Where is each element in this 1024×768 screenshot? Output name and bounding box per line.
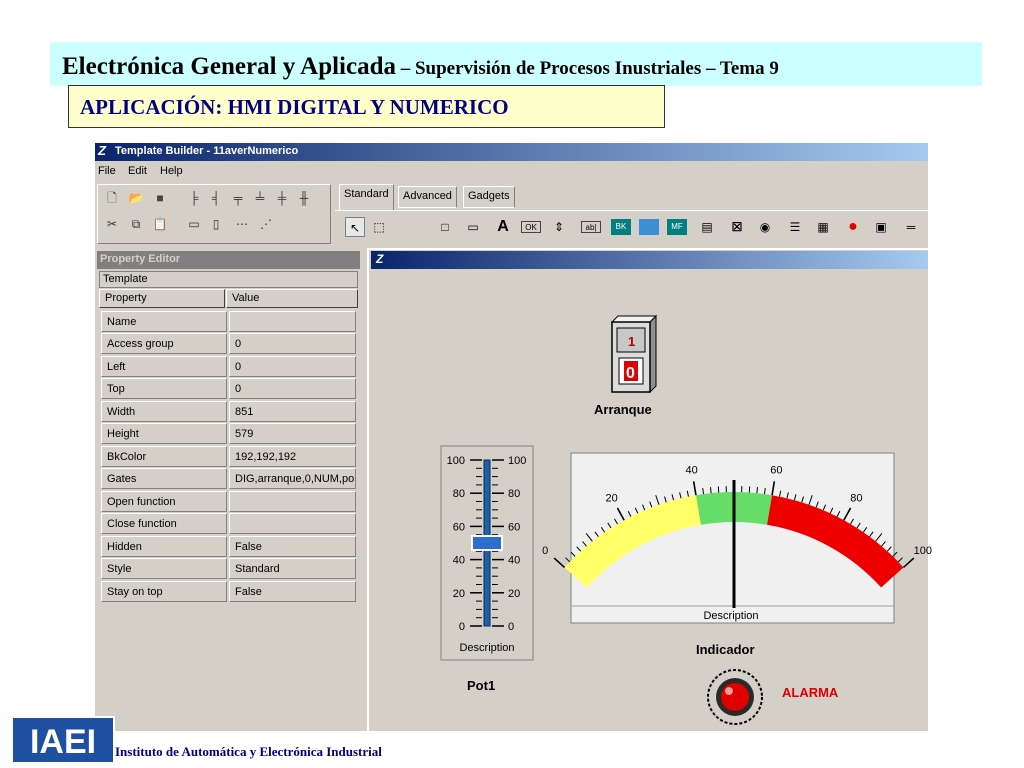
slider-label: Pot1 (467, 678, 496, 693)
gauge-tick-label: 40 (686, 465, 698, 477)
gauge-tick-label: 20 (606, 492, 618, 504)
slider-thumb[interactable] (471, 535, 503, 551)
slider-tick-label-left: 60 (453, 521, 465, 533)
slider-tick-label-left: 40 (453, 555, 465, 567)
gauge-minor-tick (565, 557, 571, 563)
gauge-major-tick (553, 557, 566, 569)
gauge-major-tick (902, 557, 915, 569)
switch-on-label: 1 (628, 334, 635, 349)
slider-tick-label-right: 100 (508, 455, 526, 467)
gauge-tick-label: 100 (914, 545, 932, 557)
gauge-tick-label: 80 (850, 492, 862, 504)
slider-tick-label-left: 80 (453, 488, 465, 500)
gauge-minor-tick (897, 557, 903, 563)
slider-tick-label-right: 20 (508, 588, 520, 600)
slider-tick-label-right: 40 (508, 555, 520, 567)
iaei-logo: IAEI (11, 716, 115, 764)
logo-text: IAEI (30, 723, 96, 761)
slider-description: Description (459, 642, 514, 654)
switch-label: Arranque (594, 402, 652, 417)
footer-institute: Instituto de Automática y Electrónica In… (115, 744, 382, 759)
slider-tick-label-left: 100 (447, 455, 465, 467)
gauge-tick-label: 60 (770, 465, 782, 477)
slider-tick-label-left: 0 (459, 621, 465, 633)
switch-off-label: 0 (626, 365, 635, 382)
gauge-description: Description (703, 610, 758, 622)
gauge-minor-tick (710, 487, 712, 494)
gauge-label: Indicador (696, 642, 755, 657)
slider-tick-label-left: 20 (453, 588, 465, 600)
slider-tick-label-right: 0 (508, 621, 514, 633)
alarm-led[interactable] (707, 669, 763, 725)
slider-tick-label-right: 80 (508, 488, 520, 500)
gauge-minor-tick (756, 487, 758, 494)
slider-tick-label-right: 60 (508, 521, 520, 533)
gauge-tick-label: 0 (542, 545, 548, 557)
alarm-label: ALARMA (782, 685, 839, 700)
canvas-widgets: 1 0 100 100 80 80 60 60 40 40 20 20 0 0 Description… (440, 314, 932, 725)
